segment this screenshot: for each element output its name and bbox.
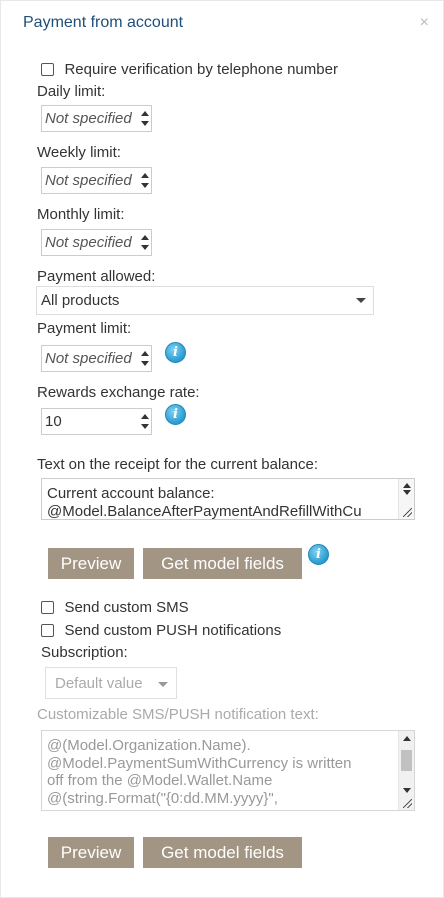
send-push-row: Send custom PUSH notifications bbox=[41, 622, 281, 640]
spinner-arrows-icon[interactable] bbox=[139, 411, 149, 432]
spinner-arrows-icon[interactable] bbox=[139, 232, 149, 253]
subscription-label: Subscription: bbox=[41, 644, 128, 661]
monthly-limit-label: Monthly limit: bbox=[37, 206, 125, 223]
payment-from-account-dialog: Payment from account × Require verificat… bbox=[0, 0, 444, 898]
monthly-limit-input[interactable]: Not specified bbox=[41, 229, 152, 256]
weekly-limit-input[interactable]: Not specified bbox=[41, 167, 152, 194]
notification-text-label: Customizable SMS/PUSH notification text: bbox=[37, 706, 319, 723]
payment-allowed-select[interactable]: All products bbox=[36, 286, 374, 315]
payment-limit-label: Payment limit: bbox=[37, 320, 132, 337]
subscription-select[interactable]: Default value bbox=[45, 667, 177, 699]
spinner-arrows-icon[interactable] bbox=[139, 348, 149, 369]
get-model-fields-button[interactable]: Get model fields bbox=[143, 548, 302, 579]
close-icon[interactable]: × bbox=[420, 14, 429, 32]
verification-row: Require verification by telephone number bbox=[41, 61, 338, 79]
get-model-fields-button-2[interactable]: Get model fields bbox=[143, 837, 302, 868]
daily-limit-input[interactable]: Not specified bbox=[41, 105, 152, 132]
send-sms-label: Send custom SMS bbox=[64, 599, 189, 617]
payment-limit-input[interactable]: Not specified bbox=[41, 345, 152, 372]
spinner-arrows-icon[interactable] bbox=[139, 170, 149, 191]
send-push-checkbox[interactable] bbox=[41, 624, 54, 638]
send-sms-checkbox[interactable] bbox=[41, 601, 54, 615]
monthly-limit-value: Not specified bbox=[45, 234, 132, 251]
subscription-value: Default value bbox=[55, 675, 143, 692]
info-icon[interactable]: i bbox=[165, 342, 186, 363]
scrollbar-thumb[interactable] bbox=[401, 750, 412, 771]
info-icon[interactable]: i bbox=[308, 544, 329, 565]
send-push-label: Send custom PUSH notifications bbox=[64, 622, 282, 640]
resize-handle-icon[interactable] bbox=[403, 508, 412, 517]
chevron-down-icon bbox=[158, 682, 168, 687]
rewards-rate-label: Rewards exchange rate: bbox=[37, 384, 200, 401]
receipt-text-textarea[interactable]: Current account balance: @Model.BalanceA… bbox=[41, 478, 415, 520]
chevron-down-icon bbox=[356, 298, 366, 303]
dialog-title: Payment from account bbox=[23, 14, 184, 31]
notification-text-textarea[interactable]: @(Model.Organization.Name). @Model.Payme… bbox=[41, 730, 415, 811]
weekly-limit-value: Not specified bbox=[45, 172, 132, 189]
resize-handle-icon[interactable] bbox=[403, 799, 412, 808]
receipt-text-label: Text on the receipt for the current bala… bbox=[37, 456, 318, 473]
payment-allowed-label: Payment allowed: bbox=[37, 268, 156, 285]
rewards-rate-value: 10 bbox=[45, 413, 62, 430]
rewards-rate-input[interactable]: 10 bbox=[41, 408, 152, 435]
notification-text-value: @(Model.Organization.Name). @Model.Payme… bbox=[47, 737, 352, 807]
payment-allowed-value: All products bbox=[41, 292, 120, 309]
spinner-arrows-icon[interactable] bbox=[139, 108, 149, 129]
verification-label: Require verification by telephone number bbox=[64, 61, 338, 79]
preview-button[interactable]: Preview bbox=[48, 548, 134, 579]
daily-limit-value: Not specified bbox=[45, 110, 132, 127]
daily-limit-label: Daily limit: bbox=[37, 83, 106, 100]
payment-limit-value: Not specified bbox=[45, 350, 132, 367]
send-sms-row: Send custom SMS bbox=[41, 599, 189, 617]
info-icon[interactable]: i bbox=[165, 404, 186, 425]
preview-button-2[interactable]: Preview bbox=[48, 837, 134, 868]
weekly-limit-label: Weekly limit: bbox=[37, 144, 121, 161]
receipt-text-value: Current account balance: @Model.BalanceA… bbox=[47, 485, 362, 520]
verification-checkbox[interactable] bbox=[41, 63, 54, 77]
